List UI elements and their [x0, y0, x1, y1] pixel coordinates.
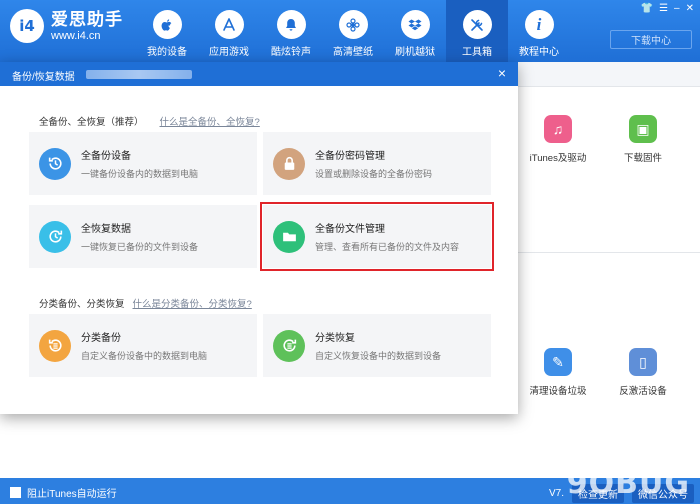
tool-itunes[interactable]: ♫ iTunes及驱动 — [518, 115, 598, 164]
nav-label: 高清壁纸 — [333, 47, 373, 58]
lock-icon — [273, 147, 305, 180]
card-desc: 自定义备份设备中的数据到电脑 — [81, 351, 208, 361]
logo-badge: i4 — [10, 9, 44, 43]
nav-label: 教程中心 — [519, 47, 559, 58]
nav-label: 应用游戏 — [209, 47, 249, 58]
card-title: 分类备份 — [81, 333, 121, 344]
nav-ringtones[interactable]: 酷炫铃声 — [260, 0, 322, 62]
window-controls: 👕 ☰ – ✕ — [641, 3, 694, 14]
card-backup-password[interactable]: 全备份密码管理 设置或删除设备的全备份密码 — [263, 132, 491, 195]
close-icon[interactable]: ✕ — [686, 3, 694, 14]
card-full-restore[interactable]: 全恢复数据 一键恢复已备份的文件到设备 — [29, 205, 257, 268]
broom-icon: ✎ — [544, 348, 572, 376]
card-full-backup[interactable]: 全备份设备 一键备份设备内的数据到电脑 — [29, 132, 257, 195]
card-title: 全备份文件管理 — [315, 224, 385, 235]
nav-toolbox[interactable]: 工具箱 — [446, 0, 508, 62]
top-bar: i4 爱思助手 www.i4.cn 我的设备 应用游戏 酷炫铃声 高清壁纸 刷机… — [0, 0, 700, 62]
nav-my-device[interactable]: 我的设备 — [136, 0, 198, 62]
folder-icon — [273, 220, 305, 253]
nav-tutorials[interactable]: i 教程中心 — [508, 0, 570, 62]
nav-apps[interactable]: 应用游戏 — [198, 0, 260, 62]
bell-icon — [276, 10, 306, 39]
tool-label: iTunes及驱动 — [529, 153, 587, 164]
card-desc: 设置或删除设备的全备份密码 — [315, 169, 433, 179]
box-icon: ▣ — [629, 115, 657, 143]
divider — [518, 252, 700, 253]
card-desc: 管理、查看所有已备份的文件及内容 — [315, 242, 460, 252]
tool-clean[interactable]: ✎ 清理设备垃圾 — [518, 348, 598, 397]
download-center-button[interactable]: 下载中心 — [610, 30, 692, 49]
nav-label: 工具箱 — [462, 47, 492, 58]
card-desc: 一键备份设备内的数据到电脑 — [81, 169, 199, 179]
phone-icon: ▯ — [629, 348, 657, 376]
card-title: 分类恢复 — [315, 333, 355, 344]
backup-restore-dialog: 备份/恢复数据 × 全备份、全恢复（推荐） 什么是全备份、全恢复? 全备份设备 … — [0, 62, 518, 414]
info-icon: i — [524, 10, 554, 39]
nav-label: 酷炫铃声 — [271, 47, 311, 58]
section-full-help-link[interactable]: 什么是全备份、全恢复? — [160, 114, 260, 128]
nav-wallpapers[interactable]: 高清壁纸 — [322, 0, 384, 62]
card-desc: 一键恢复已备份的文件到设备 — [81, 242, 199, 252]
section-full: 全备份、全恢复（推荐） 什么是全备份、全恢复? — [39, 114, 260, 128]
version-text: V7. — [548, 488, 564, 499]
tool-firmware[interactable]: ▣ 下载固件 — [603, 115, 683, 164]
itunes-block-toggle[interactable]: 阻止iTunes自动运行 — [10, 485, 117, 500]
checkbox[interactable] — [10, 487, 21, 498]
card-desc: 自定义恢复设备中的数据到设备 — [315, 351, 442, 361]
menu-icon[interactable]: ☰ — [659, 3, 668, 14]
app-name: 爱思助手 — [51, 9, 123, 29]
category-backup-icon — [39, 329, 71, 362]
category-restore-icon — [273, 329, 305, 362]
tool-label: 反激活设备 — [619, 386, 667, 397]
app-url: www.i4.cn — [51, 29, 101, 42]
tools-icon — [462, 10, 492, 39]
section-category-help-link[interactable]: 什么是分类备份、分类恢复? — [133, 296, 252, 310]
main-nav: 我的设备 应用游戏 酷炫铃声 高清壁纸 刷机越狱 工具箱 i 教程中心 — [136, 0, 570, 62]
card-category-backup[interactable]: 分类备份 自定义备份设备中的数据到电脑 — [29, 314, 257, 377]
nav-label: 刷机越狱 — [395, 47, 435, 58]
tool-deactivate[interactable]: ▯ 反激活设备 — [603, 348, 683, 397]
itunes-block-label: 阻止iTunes自动运行 — [27, 489, 117, 500]
music-icon: ♫ — [544, 115, 572, 143]
dialog-close-button[interactable]: × — [494, 65, 510, 81]
card-backup-file-manager[interactable]: 全备份文件管理 管理、查看所有已备份的文件及内容 — [260, 202, 494, 271]
section-category: 分类备份、分类恢复 什么是分类备份、分类恢复? — [39, 296, 252, 310]
app-logo: i4 爱思助手 www.i4.cn — [10, 9, 123, 43]
card-category-restore[interactable]: 分类恢复 自定义恢复设备中的数据到设备 — [263, 314, 491, 377]
backup-clock-icon — [39, 147, 71, 180]
section-full-label: 全备份、全恢复（推荐） — [39, 117, 144, 128]
minimize-icon[interactable]: – — [674, 3, 680, 14]
nav-flash[interactable]: 刷机越狱 — [384, 0, 446, 62]
dialog-title: 备份/恢复数据 — [12, 72, 75, 83]
dropbox-icon — [400, 10, 430, 39]
section-category-label: 分类备份、分类恢复 — [39, 299, 125, 310]
tool-label: 下载固件 — [623, 153, 662, 164]
card-title: 全备份密码管理 — [315, 151, 385, 162]
device-name-redacted — [86, 70, 192, 79]
skin-icon[interactable]: 👕 — [641, 3, 653, 14]
card-title: 全备份设备 — [81, 151, 131, 162]
flower-icon — [338, 10, 368, 39]
appstore-icon — [214, 10, 244, 39]
card-title: 全恢复数据 — [81, 224, 131, 235]
apple-icon — [152, 10, 182, 39]
tool-label: 清理设备垃圾 — [529, 386, 587, 397]
nav-label: 我的设备 — [147, 47, 187, 58]
restore-clock-icon — [39, 220, 71, 253]
dialog-header: 备份/恢复数据 × — [0, 62, 518, 86]
watermark-logo: 9OBUG — [566, 466, 690, 501]
